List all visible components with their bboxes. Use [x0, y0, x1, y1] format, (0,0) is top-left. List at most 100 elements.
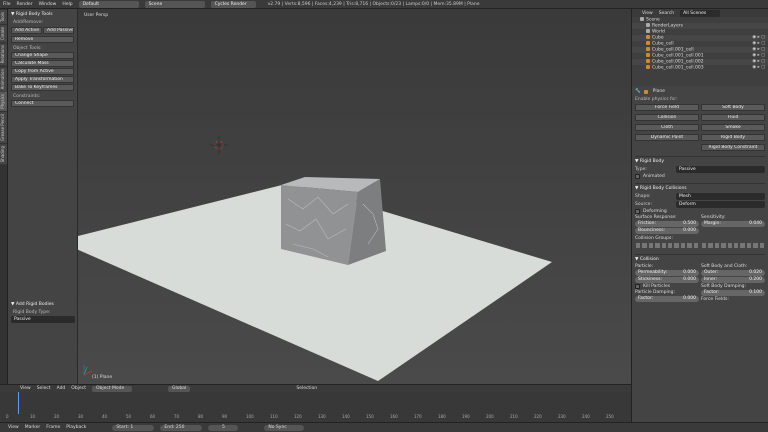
collision-button[interactable]: Collision [635, 114, 699, 121]
top-info-bar: File Render Window Help Default Scene Cy… [0, 0, 768, 9]
timeline-view-menu[interactable]: View [8, 425, 19, 430]
fluid-button[interactable]: Fluid [701, 114, 765, 121]
world-icon [646, 29, 650, 33]
shape-dropdown[interactable]: Mesh [676, 193, 765, 200]
marker-menu[interactable]: Marker [25, 425, 41, 430]
rigid-body-panel-header[interactable]: ▼ Rigid Body [635, 156, 765, 164]
deforming-checkbox[interactable] [635, 209, 640, 214]
object-menu[interactable]: Object [71, 386, 86, 391]
enable-physics-label: Enable physics for: [635, 97, 678, 102]
menu-help[interactable]: Help [62, 2, 72, 7]
timeline-tick: 200 [486, 414, 494, 419]
timeline-tick: 100 [246, 414, 254, 419]
change-shape-button[interactable]: Change Shape [11, 52, 74, 59]
surface-response-label: Surface Response: [635, 215, 677, 220]
outliner-display-dropdown[interactable]: All Scenes [680, 9, 721, 17]
tab-shading[interactable]: Shading [0, 143, 7, 165]
tab-relations[interactable]: Relations [0, 43, 7, 66]
collision-groups-grid[interactable] [635, 241, 765, 250]
kill-particles-checkbox[interactable] [635, 284, 640, 289]
view-menu[interactable]: View [20, 386, 31, 391]
playhead[interactable] [18, 392, 19, 414]
tab-animation[interactable]: Animation [0, 66, 7, 91]
timeline-tick: 120 [294, 414, 302, 419]
menu-file[interactable]: File [3, 2, 11, 7]
mode-dropdown[interactable]: Object Mode [91, 385, 132, 392]
bounciness-value: 0.000 [683, 228, 696, 233]
sensitivity-label: Sensitivity: [701, 215, 726, 220]
dynamic-paint-button[interactable]: Dynamic Paint [635, 134, 699, 141]
wrench-icon[interactable]: 🔧 [635, 89, 641, 94]
end-frame-field[interactable]: End: 250 [160, 424, 203, 431]
playback-menu[interactable]: Playback [66, 425, 86, 430]
source-dropdown[interactable]: Deform [676, 201, 765, 208]
outliner-search-menu[interactable]: Search [659, 11, 674, 16]
timeline[interactable]: 0 10 20 30 40 50 60 70 80 90 100 110 120… [0, 392, 631, 422]
redo-type-label: Rigid Body Type: [13, 310, 51, 315]
layout-dropdown[interactable]: Default [78, 0, 139, 8]
outer-field[interactable]: Outer: 0.020 [701, 270, 765, 276]
physics-button-grid: Force Field Soft Body Collision Fluid Cl… [635, 103, 765, 152]
menu-window[interactable]: Window [39, 2, 57, 7]
add-active-button[interactable]: Add Active [11, 27, 42, 34]
tool-shelf-panel: ▼ Rigid Body Tools Add/Remove: Add Activ… [8, 9, 78, 389]
end-value: 250 [175, 424, 185, 430]
select-menu[interactable]: Select [37, 386, 51, 391]
add-menu[interactable]: Add [57, 386, 66, 391]
soft-body-button[interactable]: Soft Body [701, 104, 765, 111]
collisions-panel-header[interactable]: ▼ Rigid Body Collisions [635, 183, 765, 191]
scene-dropdown[interactable]: Scene [144, 0, 205, 8]
3d-cursor-icon[interactable] [210, 136, 228, 154]
rigid-body-constraint-button[interactable]: Rigid Body Constraint [701, 144, 765, 151]
outliner-row[interactable]: Cube_cell.001_cell.003 ◉ ▸ ◻ [632, 65, 768, 71]
panel-title[interactable]: ▼ Rigid Body Tools [11, 12, 74, 17]
collision-panel-header[interactable]: ▼ Collision [635, 254, 765, 262]
frame-menu[interactable]: Frame [46, 425, 60, 430]
rigid-body-type-dropdown[interactable]: Passive [11, 316, 75, 323]
timeline-tick: 20 [54, 414, 60, 419]
3d-viewport[interactable]: User Persp (1) Plane [78, 9, 631, 384]
source-label: Source: [635, 202, 652, 207]
start-label: Start: [116, 424, 129, 430]
redo-title[interactable]: ▼ Add Rigid Bodies [11, 302, 75, 307]
timeline-header: View Marker Frame Playback Start: 1 End:… [0, 422, 768, 432]
timeline-tick: 30 [78, 414, 84, 419]
sync-dropdown[interactable]: No Sync [264, 424, 305, 431]
particle-factor-field[interactable]: Factor: 0.000 [635, 296, 699, 302]
cloth-button[interactable]: Cloth [635, 124, 699, 131]
outliner-row-label: Scene [646, 17, 660, 23]
add-passive-button[interactable]: Add Passive [43, 27, 74, 34]
friction-field[interactable]: Friction: 0.500 [635, 221, 699, 227]
stickiness-field[interactable]: Stickiness: 0.000 [635, 277, 699, 283]
calculate-mass-button[interactable]: Calculate Mass [11, 60, 74, 67]
margin-field[interactable]: Margin: 0.040 [701, 221, 765, 227]
start-frame-field[interactable]: Start: 1 [112, 424, 155, 431]
apply-transformation-button[interactable]: Apply Transformation [11, 76, 74, 83]
visibility-icon[interactable]: ◉ ▸ ◻ [752, 65, 765, 71]
type-dropdown[interactable]: Passive [676, 166, 765, 173]
rigid-body-button[interactable]: Rigid Body [701, 134, 765, 141]
inner-field[interactable]: Inner: 0.200 [701, 277, 765, 283]
tab-grease-pencil[interactable]: Grease Pencil [0, 111, 7, 143]
permeability-label: Permeability: [638, 270, 668, 275]
remove-button[interactable]: Remove [11, 36, 74, 43]
current-frame-field[interactable]: 5 [208, 424, 239, 431]
tab-create[interactable]: Create [0, 24, 7, 43]
softbody-factor-field[interactable]: Factor: 0.100 [701, 290, 765, 296]
menu-render[interactable]: Render [17, 2, 33, 7]
force-field-button[interactable]: Force Field [635, 104, 699, 111]
connect-button[interactable]: Connect [11, 100, 74, 107]
tab-tools[interactable]: Tools [0, 10, 7, 24]
orientation-dropdown[interactable]: Global [167, 385, 191, 392]
sb-factor-value: 0.100 [749, 290, 762, 295]
permeability-field[interactable]: Permeability: 0.000 [635, 270, 699, 276]
outer-label: Outer: [704, 270, 719, 275]
render-engine-dropdown[interactable]: Cycles Render [210, 0, 256, 8]
tab-physics[interactable]: Physics [0, 91, 7, 111]
bake-to-keyframes-button[interactable]: Bake To Keyframes [11, 84, 74, 91]
outliner-view-menu[interactable]: View [642, 11, 653, 16]
bounciness-field[interactable]: Bounciness: 0.000 [635, 228, 699, 234]
smoke-button[interactable]: Smoke [701, 124, 765, 131]
animated-checkbox[interactable] [635, 174, 640, 179]
copy-from-active-button[interactable]: Copy from Active [11, 68, 74, 75]
